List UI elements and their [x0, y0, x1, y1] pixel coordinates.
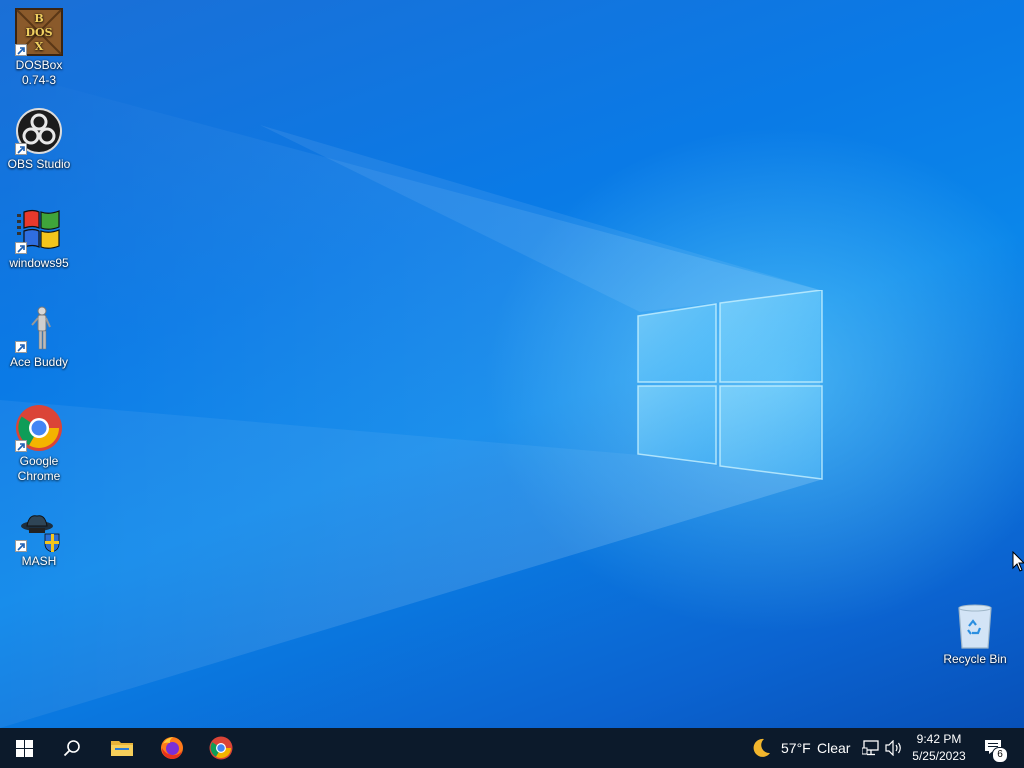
desktop-icon-label: Ace Buddy: [9, 355, 69, 369]
shortcut-arrow-icon: [15, 242, 27, 254]
mouse-cursor-icon: [1012, 551, 1024, 572]
windows-logo: [637, 290, 823, 480]
folder-icon: [111, 741, 133, 756]
shortcut-arrow-icon: [15, 143, 27, 155]
volume-icon[interactable]: [885, 740, 903, 756]
desktop-icon-ace-buddy[interactable]: Ace Buddy: [0, 305, 78, 370]
svg-text:X: X: [35, 40, 44, 53]
weather-condition: Clear: [817, 740, 851, 756]
notification-count-badge: 6: [992, 747, 1008, 763]
moon-icon: [753, 738, 770, 757]
shortcut-arrow-icon: [15, 540, 27, 552]
chrome-taskbar-button[interactable]: [197, 728, 245, 768]
network-icon[interactable]: [862, 740, 880, 756]
action-center-button[interactable]: 6: [976, 728, 1016, 768]
shortcut-arrow-icon: [15, 44, 27, 56]
light-beams: [0, 70, 820, 728]
taskbar: 57°F Clear 9:42 PM 5/25/2023 6: [0, 728, 1024, 768]
firefox-icon: [161, 737, 183, 759]
windows-start-icon: [15, 739, 33, 757]
desktop-icon-dosbox[interactable]: B DOS X DOSBox 0.74-3: [0, 8, 78, 88]
svg-text:B: B: [34, 12, 43, 25]
desktop-wallpaper: [0, 0, 1024, 728]
desktop-icon-label: MASH: [21, 554, 57, 568]
shortcut-arrow-icon: [15, 440, 27, 452]
chrome-icon: [209, 736, 233, 760]
recycle-bin-icon: [958, 604, 992, 649]
file-explorer-button[interactable]: [98, 728, 146, 768]
clock-date: 5/25/2023: [912, 749, 966, 763]
weather-temperature: 57°F: [781, 740, 811, 756]
firefox-button[interactable]: [148, 728, 196, 768]
desktop-icon-label: Google Chrome: [17, 454, 61, 483]
svg-text:DOS: DOS: [25, 26, 52, 39]
start-button[interactable]: [0, 728, 48, 768]
taskbar-clock[interactable]: 9:42 PM 5/25/2023: [906, 731, 972, 765]
clock-time: 9:42 PM: [916, 732, 962, 746]
desktop-icon-windows95[interactable]: windows95: [0, 206, 78, 271]
shortcut-arrow-icon: [15, 341, 27, 353]
desktop-icon-label: OBS Studio: [7, 157, 71, 171]
desktop-icon-google-chrome[interactable]: Google Chrome: [0, 404, 78, 484]
desktop-icon-label: DOSBox 0.74-3: [15, 58, 63, 87]
weather-widget[interactable]: 57°F Clear: [746, 728, 852, 768]
desktop-icon-recycle-bin[interactable]: Recycle Bin: [936, 602, 1014, 667]
search-icon: [63, 740, 80, 757]
desktop-icon-label: Recycle Bin: [943, 652, 1007, 666]
search-button[interactable]: [48, 728, 96, 768]
desktop-icon-mash[interactable]: MASH: [0, 512, 78, 569]
desktop-icon-obs-studio[interactable]: OBS Studio: [0, 107, 78, 172]
desktop-icon-label: windows95: [9, 256, 69, 270]
